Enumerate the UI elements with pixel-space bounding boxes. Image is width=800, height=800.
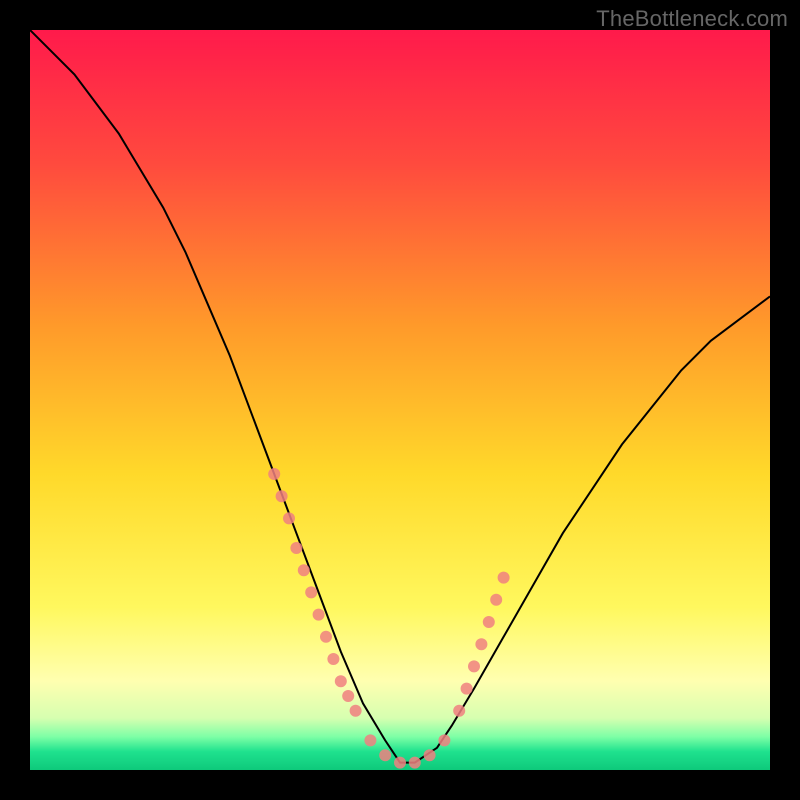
marker-dot <box>268 468 280 480</box>
marker-dot <box>438 734 450 746</box>
marker-dot <box>379 749 391 761</box>
marker-dot <box>305 586 317 598</box>
marker-dot <box>453 705 465 717</box>
chart-svg <box>30 30 770 770</box>
marker-dot <box>298 564 310 576</box>
marker-dot <box>290 542 302 554</box>
marker-dot <box>327 653 339 665</box>
chart-frame: TheBottleneck.com <box>0 0 800 800</box>
marker-dot <box>490 594 502 606</box>
watermark-text: TheBottleneck.com <box>596 6 788 32</box>
marker-dot <box>461 683 473 695</box>
marker-dot <box>498 572 510 584</box>
marker-dot <box>475 638 487 650</box>
marker-dot <box>313 609 325 621</box>
plot-area <box>30 30 770 770</box>
marker-dot <box>335 675 347 687</box>
marker-dot <box>468 660 480 672</box>
marker-dot <box>342 690 354 702</box>
marker-dot <box>394 757 406 769</box>
marker-dot <box>364 734 376 746</box>
marker-dot <box>409 757 421 769</box>
marker-dot <box>350 705 362 717</box>
marker-dot <box>276 490 288 502</box>
marker-dot <box>320 631 332 643</box>
marker-dot <box>483 616 495 628</box>
marker-dot <box>424 749 436 761</box>
marker-dot <box>283 512 295 524</box>
gradient-background <box>30 30 770 770</box>
